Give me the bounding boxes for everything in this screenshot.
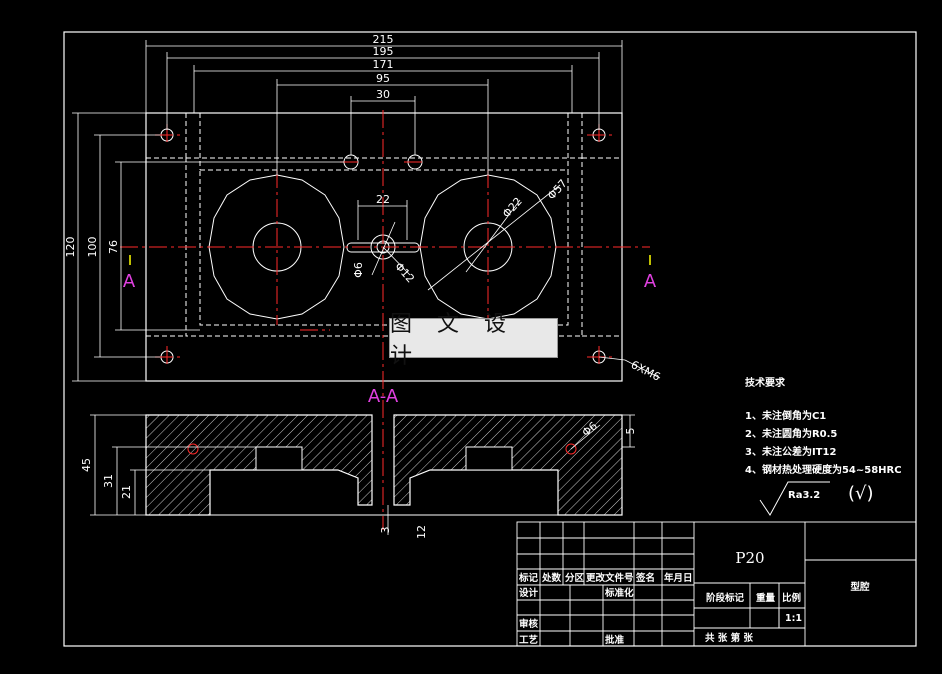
dim-45: 45 [80,458,93,472]
header-cell: 年月日 [664,572,693,584]
scale-label: 比例 [782,592,801,604]
dim-phi57: Φ57 [545,177,570,203]
part-name: 型腔 [850,581,870,593]
note-item: 2、未注圆角为R0.5 [745,427,837,440]
thread-callout: 6XM6 [629,358,663,384]
watermark-text: 图 文 设 计 [390,312,515,369]
dim-31: 31 [102,474,115,488]
sheet-count: 共 张 第 张 [705,632,753,644]
dim-30: 30 [376,88,390,101]
section-label-left: A [123,271,136,292]
dim-100: 100 [86,237,99,258]
dim-21: 21 [120,485,133,499]
header-cell: 分区 [565,572,585,584]
note-item: 1、未注倒角为C1 [745,409,826,422]
header-cell: 处数 [541,572,562,584]
dim-phi22: Φ22 [500,195,525,221]
section-view: 45 31 21 5 Φ6 3 12 [80,414,637,539]
row-standard: 标准化 [604,587,634,599]
section-label-right: A [644,271,657,292]
section-view-title: A-A [368,386,399,407]
scale-value: 1:1 [785,613,802,624]
dim-5: 5 [624,428,637,435]
weight-label: 重量 [756,592,776,604]
dim-195: 195 [373,45,394,58]
roughness-mark: (√) [848,483,874,504]
row-approve: 批准 [605,634,625,646]
dim-phi12: Φ12 [392,260,417,286]
header-cell: 更改文件号 [586,572,634,584]
dim-76: 76 [107,240,120,254]
dim-3: 3 [379,527,392,534]
header-cell: 签名 [635,572,655,584]
row-process: 工艺 [519,634,539,646]
note-item: 4、钢材热处理硬度为54~58HRC [745,463,902,476]
dim-120: 120 [64,237,77,258]
row-review: 审核 [519,618,539,630]
watermark-stamp: 图 文 设 计 [389,312,558,369]
dim-12: 12 [415,525,428,539]
notes-title: 技术要求 [745,376,786,389]
header-cell: 标记 [518,572,539,584]
material-label: P20 [735,549,764,567]
dim-22: 22 [376,193,390,206]
dim-95: 95 [376,72,390,85]
stage-mark: 阶段标记 [706,592,745,604]
technical-notes: 技术要求 1、未注倒角为C1 2、未注圆角为R0.5 3、未注公差为IT12 4… [745,376,902,516]
dim-171: 171 [373,58,394,71]
row-design: 设计 [519,587,539,599]
dim-phi6: Φ6 [352,262,365,278]
roughness-value: Ra3.2 [788,490,820,501]
note-item: 3、未注公差为IT12 [745,445,836,458]
